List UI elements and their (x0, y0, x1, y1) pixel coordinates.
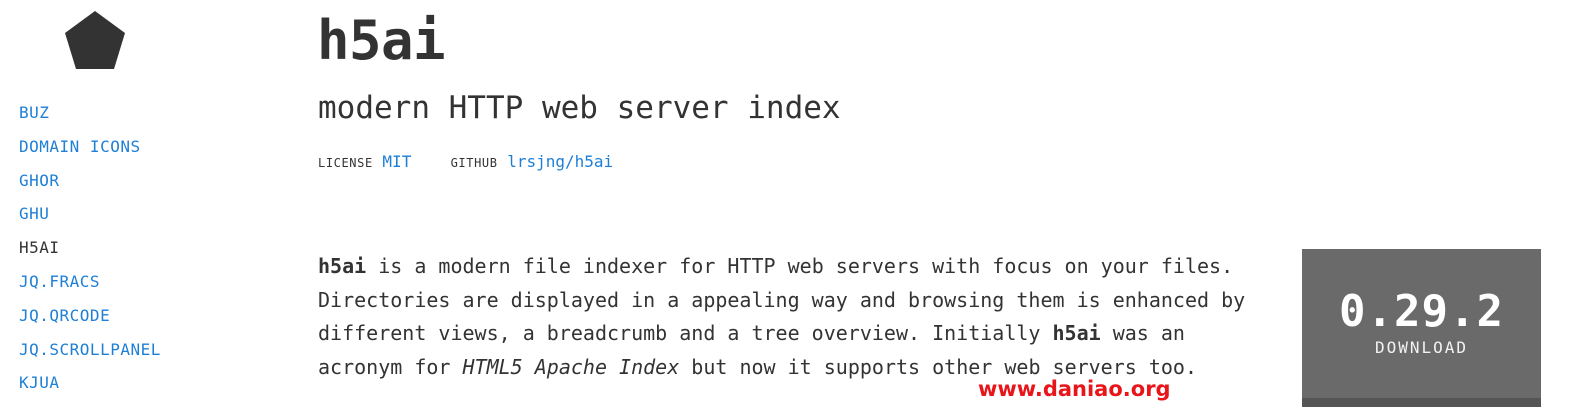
desc-strong: h5ai (318, 254, 367, 278)
github-key: GITHUB (450, 156, 498, 170)
nav-item-jq-fracs[interactable]: JQ.FRACS (19, 271, 161, 305)
desc-text: is a modern file indexer for HTTP web se… (366, 254, 1234, 278)
desc-text: was an (1100, 321, 1185, 346)
nav-link[interactable]: GHOR (19, 171, 60, 190)
nav-link[interactable]: JQ.SCROLLPANEL (19, 340, 161, 359)
nav-current-label: H5AI (19, 238, 60, 258)
desc-text: acronym for (318, 354, 463, 379)
desc-text: different views, a breadcrumb and a tree… (318, 321, 1053, 346)
nav-item-domain-icons[interactable]: DOMAIN ICONS (19, 136, 161, 170)
nav-item-ghor[interactable]: GHOR (19, 170, 161, 204)
page-title: h5ai (317, 9, 446, 72)
nav-link[interactable]: KJUA (19, 373, 60, 392)
watermark: www.daniao.org (978, 377, 1171, 401)
download-button[interactable]: 0.29.2 DOWNLOAD (1302, 249, 1541, 407)
desc-emphasis: HTML5 Apache Index (462, 354, 680, 379)
project-description: h5ai is a modern file indexer for HTTP w… (318, 250, 1278, 384)
nav-link[interactable]: JQ.FRACS (19, 272, 100, 291)
nav-link[interactable]: DOMAIN ICONS (19, 137, 141, 156)
license-key: LICENSE (318, 156, 373, 170)
github-link[interactable]: lrsjng/h5ai (507, 152, 613, 171)
pentagon-logo-icon[interactable] (64, 10, 126, 70)
desc-text: Directories are displayed in a appealing… (318, 287, 1246, 312)
license-link[interactable]: MIT (382, 152, 411, 171)
page-subtitle: modern HTTP web server index (318, 90, 841, 126)
project-nav: BUZ DOMAIN ICONS GHOR GHU H5AI JQ.FRACS … (19, 102, 161, 406)
download-label: DOWNLOAD (1374, 338, 1469, 357)
nav-item-kjua[interactable]: KJUA (19, 372, 161, 406)
nav-item-ghu[interactable]: GHU (19, 203, 161, 237)
nav-item-jq-qrcode[interactable]: JQ.QRCODE (19, 305, 161, 339)
sidebar: BUZ DOMAIN ICONS GHOR GHU H5AI JQ.FRACS … (0, 0, 200, 418)
download-version: 0.29.2 (1339, 286, 1504, 337)
nav-link[interactable]: BUZ (19, 103, 49, 122)
nav-item-jq-scrollpanel[interactable]: JQ.SCROLLPANEL (19, 339, 161, 373)
nav-item-h5ai-current: H5AI (19, 237, 161, 271)
nav-link[interactable]: GHU (19, 204, 49, 223)
nav-link[interactable]: JQ.QRCODE (19, 306, 110, 325)
project-meta: LICENSE MIT GITHUB lrsjng/h5ai (318, 150, 613, 175)
nav-item-buz[interactable]: BUZ (19, 102, 161, 136)
desc-strong: h5ai (1052, 321, 1101, 346)
